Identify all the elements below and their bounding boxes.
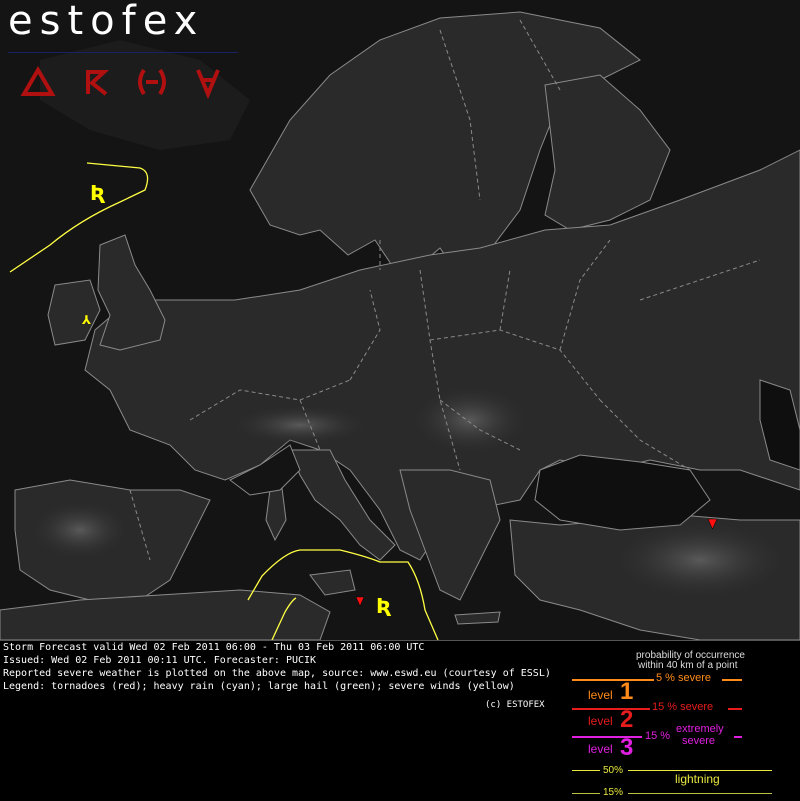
level2-probability: 15 % severe xyxy=(652,701,714,713)
logo-underline xyxy=(8,52,238,53)
lightning-50-label: 50% xyxy=(603,765,624,776)
legend-text: Legend: tornadoes (red); heavy rain (cya… xyxy=(3,681,515,692)
lightning50-line-right xyxy=(628,770,772,771)
lightning15-line-left xyxy=(572,793,600,794)
level3-line-right xyxy=(734,736,742,738)
level2-line-right xyxy=(728,708,742,710)
lightning-15-label: 15% xyxy=(603,787,624,798)
copyright-text: (c) ESTOFEX xyxy=(485,700,545,710)
reported-weather-text: Reported severe weather is plotted on th… xyxy=(3,668,551,679)
level1-line-right xyxy=(722,679,742,681)
tornado-symbol-icon xyxy=(20,66,56,96)
level3-extreme-line1: extremely xyxy=(676,723,724,735)
level1-label: level xyxy=(588,688,613,702)
wind-symbol-icon xyxy=(196,69,220,100)
wind-threat-symbol-ireland: ⅄ xyxy=(81,313,91,327)
level3-number: 3 xyxy=(620,734,634,761)
forecast-valid-text: Storm Forecast valid Wed 02 Feb 2011 06:… xyxy=(3,642,425,653)
legend-title-line2: within 40 km of a point xyxy=(638,660,738,671)
level2-number: 2 xyxy=(620,706,634,733)
lightning15-line-right xyxy=(628,793,772,794)
rain-symbol-icon xyxy=(138,68,166,96)
lightning-label: lightning xyxy=(675,772,720,786)
wind-threat-symbol-south: Ʀ xyxy=(376,594,392,618)
hazard-symbols xyxy=(20,66,220,100)
level3-extreme-line2: severe xyxy=(682,735,716,747)
level1-probability: 5 % severe xyxy=(656,672,712,684)
lightning50-line-left xyxy=(572,770,600,771)
probability-legend: probability of occurrence within 40 km o… xyxy=(570,650,800,800)
wind-threat-symbol-north: Ʀ xyxy=(90,181,106,205)
level2-line-left xyxy=(572,708,650,710)
level2-label: level xyxy=(588,714,613,728)
level1-line-left xyxy=(572,679,654,681)
level3-label: level xyxy=(588,742,613,756)
level1-number: 1 xyxy=(620,678,634,705)
hail-symbol-icon xyxy=(86,70,110,96)
forecast-issued-text: Issued: Wed 02 Feb 2011 00:11 UTC. Forec… xyxy=(3,655,317,666)
level3-probability: 15 % xyxy=(645,730,671,742)
estofex-logo: estofex xyxy=(8,0,205,44)
